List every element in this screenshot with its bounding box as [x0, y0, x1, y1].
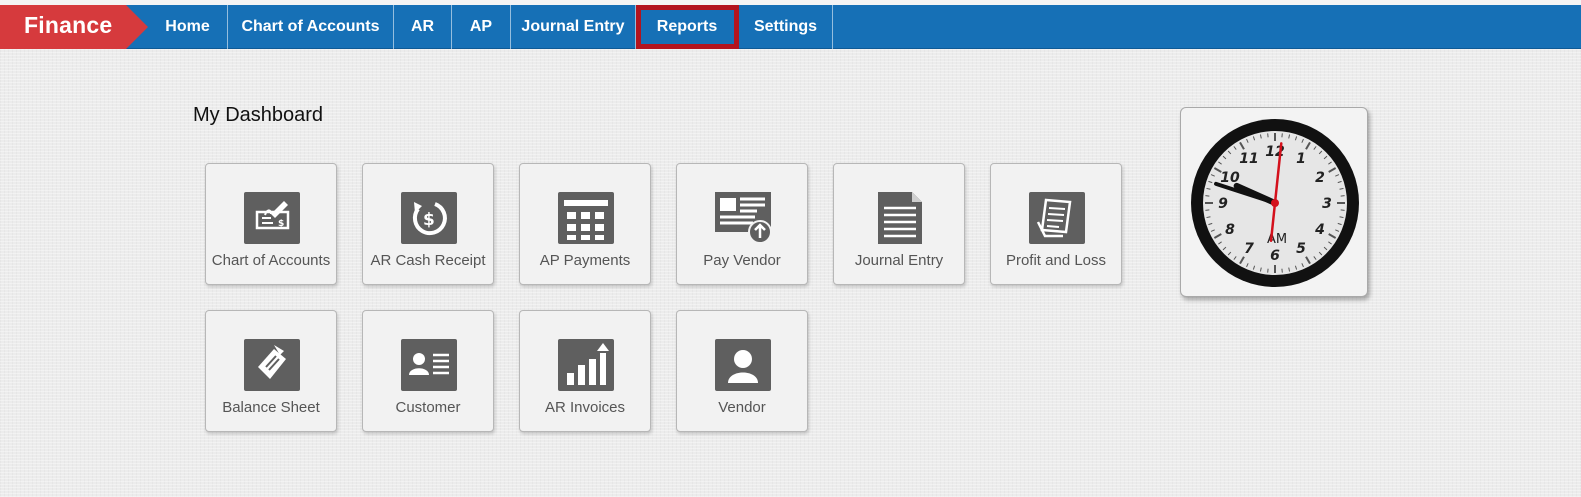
clock-center-pin [1271, 199, 1279, 207]
tile-customer[interactable]: Customer [362, 310, 494, 432]
balance-sheet-icon [244, 339, 300, 391]
bar-chart-up-icon [558, 339, 614, 391]
tile-ar-invoices[interactable]: AR Invoices [519, 310, 651, 432]
clock-numeral: 5 [1296, 241, 1306, 257]
tile-pay-vendor[interactable]: Pay Vendor [676, 163, 808, 285]
nav-home[interactable]: Home [148, 5, 228, 49]
tile-label: AR Invoices [544, 399, 626, 416]
svg-text:$: $ [278, 219, 284, 229]
clock-numeral: 3 [1322, 196, 1332, 212]
person-icon [715, 339, 771, 391]
tile-ap-payments[interactable]: AP Payments [519, 163, 651, 285]
nav-journal-entry[interactable]: Journal Entry [511, 5, 636, 49]
tile-label: Profit and Loss [1005, 252, 1107, 269]
contact-card-icon [401, 339, 457, 391]
nav-reports[interactable]: Reports [636, 5, 739, 49]
tile-label: Chart of Accounts [211, 252, 331, 269]
clock-numeral: 9 [1218, 196, 1228, 212]
clock-face: 12 1234567891011 AM [1191, 119, 1359, 287]
clock-numeral: 2 [1315, 170, 1325, 186]
tile-ar-cash-receipt[interactable]: $ AR Cash Receipt [362, 163, 494, 285]
nav-chart-of-accounts[interactable]: Chart of Accounts [228, 5, 394, 49]
tile-label: Customer [395, 399, 461, 416]
tile-journal-entry[interactable]: Journal Entry [833, 163, 965, 285]
svg-text:$: $ [423, 210, 435, 230]
brand-logo[interactable]: Finance [0, 5, 148, 49]
clock-numeral: 1 [1296, 151, 1306, 167]
clock-numeral: 7 [1244, 241, 1254, 257]
tile-label: AP Payments [539, 252, 631, 269]
tile-label: Pay Vendor [703, 252, 781, 269]
pay-vendor-icon [715, 192, 771, 244]
ledger-icon [1029, 192, 1085, 244]
tile-balance-sheet[interactable]: Balance Sheet [205, 310, 337, 432]
dashboard-title: My Dashboard [193, 104, 324, 126]
grid-table-icon [558, 192, 614, 244]
top-navbar: Finance Home Chart of Accounts AR AP Jou… [0, 5, 1581, 49]
tile-label: Journal Entry [854, 252, 944, 269]
tile-label: Vendor [718, 399, 766, 416]
tile-label: Balance Sheet [222, 399, 320, 416]
check-icon: $ [244, 192, 300, 244]
tile-vendor[interactable]: Vendor [676, 310, 808, 432]
tile-label: AR Cash Receipt [370, 252, 486, 269]
nav-ap[interactable]: AP [452, 5, 511, 49]
nav-settings[interactable]: Settings [739, 5, 833, 49]
tile-chart-of-accounts[interactable]: $ Chart of Accounts [205, 163, 337, 285]
clock-numeral: 8 [1225, 222, 1235, 238]
document-icon [872, 192, 928, 244]
analog-clock-widget: 12 1 2 3 4 5 6 7 8 9 10 11 AM [1180, 107, 1368, 297]
tile-profit-and-loss[interactable]: Profit and Loss [990, 163, 1122, 285]
clock-numeral: 6 [1270, 248, 1280, 264]
nav-menu: Home Chart of Accounts AR AP Journal Ent… [148, 5, 833, 49]
clock-numeral: 11 [1239, 151, 1258, 167]
clock-numeral: 4 [1314, 222, 1325, 238]
nav-ar[interactable]: AR [394, 5, 452, 49]
cash-receipt-icon: $ [401, 192, 457, 244]
